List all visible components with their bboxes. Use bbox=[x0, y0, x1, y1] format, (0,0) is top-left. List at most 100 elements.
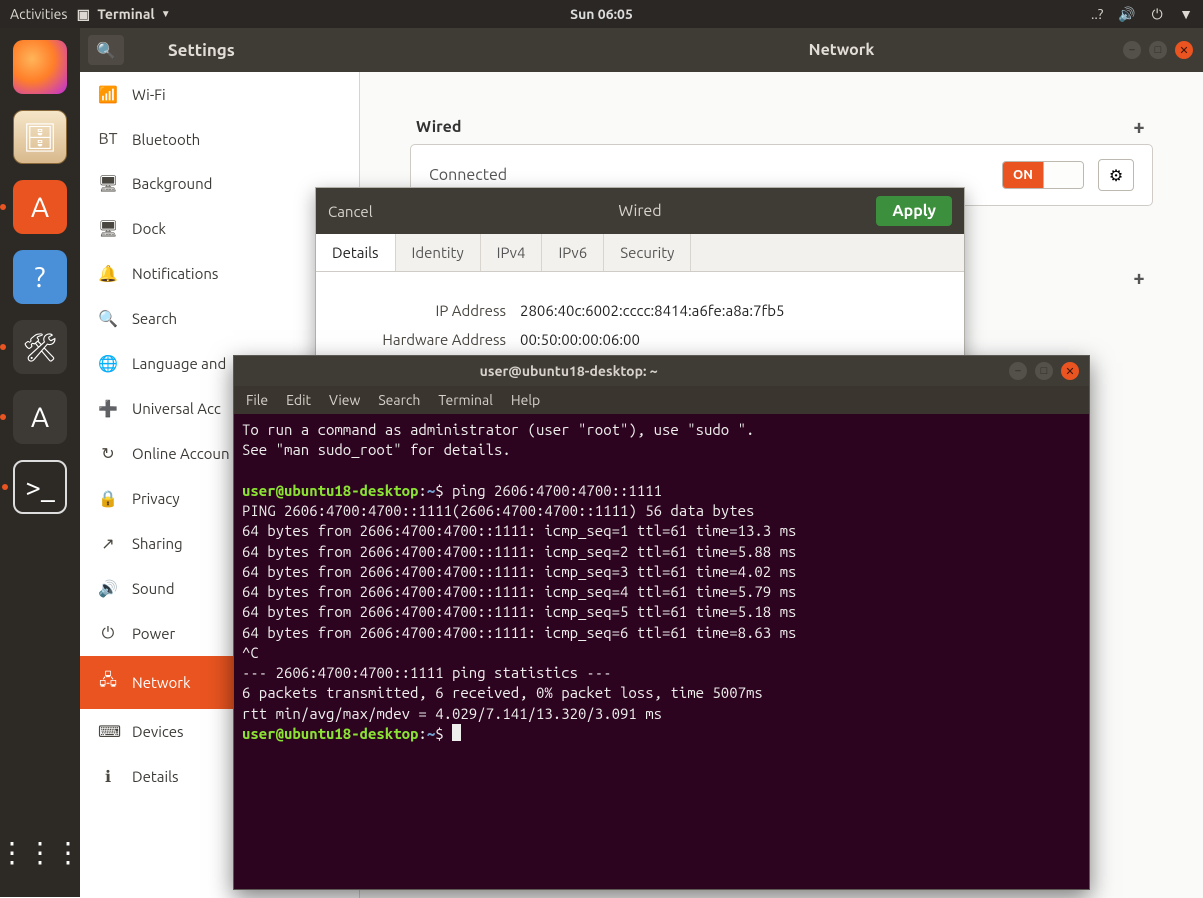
wired-settings-button[interactable]: ⚙ bbox=[1098, 159, 1134, 191]
tab-identity[interactable]: Identity bbox=[396, 234, 481, 271]
terminal-window: user@ubuntu18-desktop: ~ – □ ✕ File Edit V… bbox=[233, 355, 1090, 890]
wired-status: Connected bbox=[429, 166, 507, 184]
terminal-menu-edit[interactable]: Edit bbox=[286, 392, 311, 408]
settings-title: Settings bbox=[168, 41, 235, 60]
vpn-add-button[interactable]: + bbox=[1125, 266, 1153, 289]
topbar-app-label: Terminal bbox=[97, 6, 154, 22]
detail-row: IP Address 2806:40c:6002:cccc:8414:a6fe:a… bbox=[336, 302, 944, 319]
terminal-menu-search[interactable]: Search bbox=[378, 392, 420, 408]
sidebar-item-icon: 🖥 bbox=[98, 174, 118, 193]
settings-maximize-button[interactable]: □ bbox=[1149, 41, 1167, 59]
dialog-tabs: DetailsIdentityIPv4IPv6Security bbox=[316, 234, 964, 272]
detail-value: 2806:40c:6002:cccc:8414:a6fe:a8a:7fb5 bbox=[520, 302, 944, 319]
terminal-small-icon: ▣ bbox=[75, 6, 91, 22]
sidebar-item-label: Network bbox=[132, 674, 191, 691]
terminal-title: user@ubuntu18-desktop: ~ bbox=[480, 363, 658, 379]
sidebar-item-label: Sharing bbox=[132, 535, 183, 552]
sidebar-item-icon: 🔔 bbox=[98, 264, 118, 283]
sidebar-item-label: Privacy bbox=[132, 490, 180, 507]
detail-key: IP Address bbox=[336, 302, 506, 319]
dock-software[interactable]: A bbox=[13, 180, 67, 234]
sidebar-item-icon: BT bbox=[98, 130, 118, 148]
terminal-menu-view[interactable]: View bbox=[329, 392, 360, 408]
dock-updater[interactable]: A bbox=[13, 390, 67, 444]
sidebar-item-label: Wi-Fi bbox=[132, 86, 166, 103]
detail-value: 00:50:00:00:06:00 bbox=[520, 331, 944, 348]
sidebar-item-icon: 🔊 bbox=[98, 579, 118, 598]
terminal-menubar: File Edit View Search Terminal Help bbox=[234, 386, 1089, 414]
sidebar-item-icon: 🔍 bbox=[98, 309, 118, 328]
sidebar-item-icon: ⏻ bbox=[98, 624, 118, 643]
sidebar-item-label: Bluetooth bbox=[132, 131, 200, 148]
sidebar-item-label: Sound bbox=[132, 580, 175, 597]
sidebar-item-icon: 🔒 bbox=[98, 489, 118, 508]
sidebar-item-wi-fi[interactable]: 📶 Wi-Fi bbox=[80, 72, 359, 117]
sidebar-item-label: Online Accoun bbox=[132, 445, 230, 462]
dialog-titlebar: Cancel Wired Apply bbox=[316, 188, 964, 234]
dock-show-apps[interactable]: ⋮⋮⋮ bbox=[13, 825, 67, 879]
terminal-screen[interactable]: To run a command as administrator (user … bbox=[234, 414, 1089, 752]
sidebar-item-bluetooth[interactable]: BT Bluetooth bbox=[80, 117, 359, 161]
tab-ipv6[interactable]: IPv6 bbox=[542, 234, 604, 271]
dock-files[interactable]: 🗄 bbox=[13, 110, 67, 164]
search-icon: 🔍 bbox=[96, 41, 116, 60]
input-source-icon[interactable]: ..? bbox=[1089, 6, 1105, 22]
tab-details[interactable]: Details bbox=[316, 234, 396, 271]
settings-window-title: Network bbox=[809, 41, 875, 59]
wired-toggle-knob bbox=[1043, 162, 1083, 188]
terminal-titlebar: user@ubuntu18-desktop: ~ – □ ✕ bbox=[234, 356, 1089, 386]
terminal-cursor bbox=[452, 724, 461, 741]
system-menu-chevron-icon[interactable]: ▼ bbox=[1179, 6, 1193, 22]
cancel-button[interactable]: Cancel bbox=[328, 203, 373, 220]
dialog-title: Wired bbox=[618, 202, 661, 220]
sidebar-item-icon: 🖧 bbox=[98, 669, 118, 696]
dock-help[interactable]: ? bbox=[13, 250, 67, 304]
detail-key: Hardware Address bbox=[336, 331, 506, 348]
settings-minimize-button[interactable]: – bbox=[1123, 41, 1141, 59]
chevron-down-icon: ▼ bbox=[161, 8, 171, 20]
sidebar-item-label: Background bbox=[132, 175, 212, 192]
wired-section-title: Wired bbox=[416, 118, 461, 136]
wired-toggle[interactable]: ON bbox=[1002, 161, 1084, 189]
dock-settings[interactable]: 🛠 bbox=[13, 320, 67, 374]
sidebar-item-icon: 🖥 bbox=[98, 219, 118, 238]
power-icon[interactable]: ⏻ bbox=[1149, 6, 1165, 22]
sidebar-item-icon: 📶 bbox=[98, 85, 118, 104]
sidebar-item-label: Language and bbox=[132, 355, 226, 372]
volume-icon[interactable]: 🔊 bbox=[1119, 6, 1135, 22]
sidebar-item-icon: 🌐 bbox=[98, 354, 118, 373]
wired-add-button[interactable]: + bbox=[1125, 115, 1153, 138]
gear-icon: ⚙ bbox=[1109, 166, 1123, 185]
gnome-topbar: Activities ▣ Terminal ▼ Sun 06:05 ..? 🔊 … bbox=[0, 0, 1203, 28]
sidebar-item-label: Search bbox=[132, 310, 177, 327]
sidebar-item-label: Devices bbox=[132, 723, 184, 740]
terminal-menu-terminal[interactable]: Terminal bbox=[438, 392, 493, 408]
sidebar-item-label: Notifications bbox=[132, 265, 218, 282]
tab-security[interactable]: Security bbox=[604, 234, 691, 271]
dock-firefox[interactable] bbox=[13, 40, 67, 94]
terminal-minimize-button[interactable]: – bbox=[1009, 362, 1027, 380]
terminal-menu-file[interactable]: File bbox=[246, 392, 268, 408]
sidebar-item-icon: ↗ bbox=[98, 534, 118, 553]
topbar-clock[interactable]: Sun 06:05 bbox=[570, 6, 633, 22]
terminal-maximize-button[interactable]: □ bbox=[1035, 362, 1053, 380]
topbar-app-menu[interactable]: ▣ Terminal ▼ bbox=[75, 6, 170, 22]
settings-titlebar: 🔍 Settings Network – □ ✕ bbox=[80, 28, 1203, 72]
terminal-menu-help[interactable]: Help bbox=[511, 392, 540, 408]
sidebar-item-icon: ➕ bbox=[98, 399, 118, 418]
sidebar-item-icon: ↻ bbox=[98, 444, 118, 463]
sidebar-item-label: Details bbox=[132, 768, 179, 785]
tab-ipv4[interactable]: IPv4 bbox=[481, 234, 543, 271]
detail-row: Hardware Address 00:50:00:00:06:00 bbox=[336, 331, 944, 348]
sidebar-item-icon: ℹ bbox=[98, 767, 118, 786]
apply-button[interactable]: Apply bbox=[876, 196, 952, 226]
settings-close-button[interactable]: ✕ bbox=[1175, 41, 1193, 59]
sidebar-item-label: Dock bbox=[132, 220, 166, 237]
sidebar-item-label: Power bbox=[132, 625, 175, 642]
activities-button[interactable]: Activities bbox=[10, 6, 67, 22]
terminal-close-button[interactable]: ✕ bbox=[1061, 362, 1079, 380]
sidebar-item-icon: ⌨ bbox=[98, 722, 118, 741]
dock-terminal[interactable]: >_ bbox=[13, 460, 67, 514]
settings-search-button[interactable]: 🔍 bbox=[88, 35, 124, 65]
wired-toggle-label: ON bbox=[1003, 162, 1043, 188]
